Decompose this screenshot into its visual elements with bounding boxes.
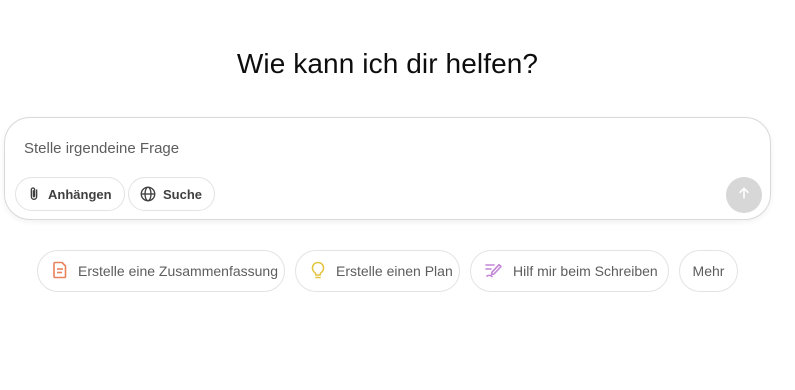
prompt-input[interactable]	[24, 140, 724, 157]
pen-icon	[485, 262, 503, 281]
suggestion-label: Erstelle einen Plan	[336, 263, 453, 279]
paperclip-icon	[26, 186, 42, 202]
suggestion-writing[interactable]: Hilf mir beim Schreiben	[470, 250, 669, 292]
more-button[interactable]: Mehr	[679, 250, 738, 292]
prompt-composer: Anhängen Suche	[4, 117, 771, 220]
globe-icon	[139, 185, 157, 203]
suggestion-label: Hilf mir beim Schreiben	[513, 263, 658, 279]
lightbulb-icon	[310, 261, 326, 282]
arrow-up-icon	[736, 185, 752, 206]
send-button[interactable]	[726, 177, 762, 213]
suggestion-plan[interactable]: Erstelle einen Plan	[295, 250, 460, 292]
more-label: Mehr	[692, 263, 725, 279]
document-icon	[52, 261, 68, 282]
suggestion-summary[interactable]: Erstelle eine Zusammenfassung	[37, 250, 285, 292]
attach-button[interactable]: Anhängen	[15, 177, 125, 211]
attach-label: Anhängen	[48, 186, 112, 202]
search-label: Suche	[163, 186, 203, 202]
page-heading: Wie kann ich dir helfen?	[236, 48, 539, 79]
suggestion-label: Erstelle eine Zusammenfassung	[78, 263, 278, 279]
search-button[interactable]: Suche	[128, 177, 216, 211]
